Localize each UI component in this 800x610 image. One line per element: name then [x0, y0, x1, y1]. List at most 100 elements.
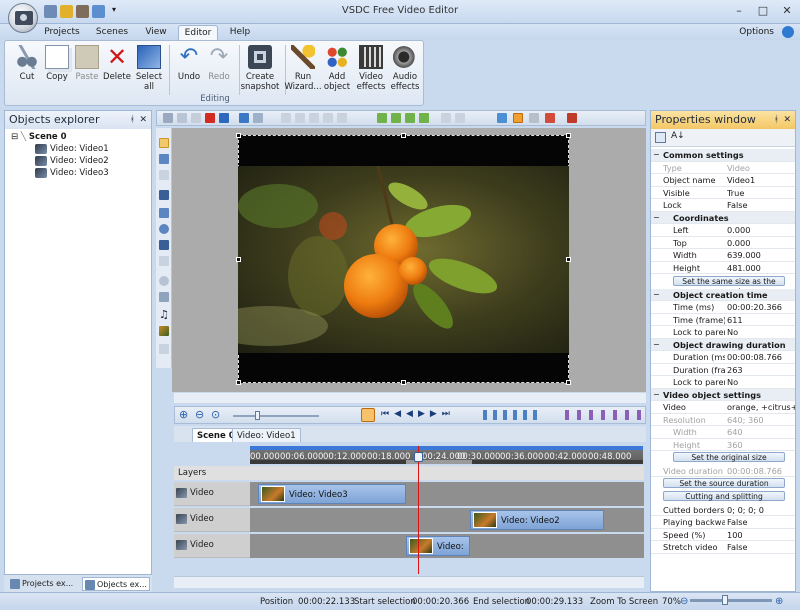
delete-icon[interactable] — [205, 113, 215, 123]
timeline-zoom-thumb[interactable] — [255, 411, 260, 420]
redo-button[interactable]: ↷ Redo — [199, 43, 239, 95]
preview-icon[interactable] — [92, 5, 105, 18]
clock-icon[interactable] — [361, 408, 375, 422]
copy-icon[interactable] — [177, 113, 187, 123]
zoom-in-icon[interactable]: ⊕ — [775, 596, 783, 607]
pointer-tool-icon[interactable] — [159, 138, 169, 148]
clip-video2[interactable]: Video: Video2 — [470, 510, 604, 530]
pin-icon[interactable]: ᚼ — [130, 111, 135, 129]
zoom-in-icon[interactable]: ⊕ — [179, 409, 188, 421]
playback-controls-icon[interactable]: ⏮◀◀▶▶⏭ — [381, 409, 455, 419]
subtitle-tool-icon[interactable] — [159, 256, 169, 266]
maximize-button[interactable]: □ — [752, 3, 774, 19]
categorized-icon[interactable] — [655, 132, 666, 143]
timeline-track[interactable]: Video Video: Video3 — [174, 482, 644, 506]
open-folder-icon[interactable] — [60, 5, 73, 18]
prop-width[interactable]: Width 639.000 — [651, 249, 795, 262]
audio-effects-button[interactable]: Audio effects — [385, 43, 425, 95]
menu-scenes[interactable]: Scenes — [92, 25, 132, 40]
canvas-horizontal-scrollbar[interactable] — [174, 393, 646, 403]
zoom-out-icon[interactable]: ⊖ — [680, 596, 688, 607]
align-left-icon[interactable] — [281, 113, 291, 123]
align-right-icon[interactable] — [309, 113, 319, 123]
set-source-duration-button[interactable]: Set the source duration — [663, 478, 785, 488]
minimize-button[interactable]: – — [728, 3, 750, 19]
options-menu[interactable]: Options — [739, 27, 774, 37]
close-icon[interactable]: ✕ — [139, 111, 147, 129]
app-menu-button[interactable] — [8, 3, 38, 33]
prop-duration-frames[interactable]: Duration (fram263 — [651, 364, 795, 376]
timeline-zoom-slider[interactable] — [233, 415, 319, 417]
select-all-button[interactable]: Select all — [129, 43, 169, 95]
prop-video-source[interactable]: Video orange, +citrus+ — [651, 401, 795, 414]
menu-editor[interactable]: Editor — [178, 25, 218, 40]
timeline-ruler[interactable]: 00.000 00:06.000 00:12.000 00:18.000 00:… — [250, 446, 643, 464]
ellipse-tool-icon[interactable] — [159, 224, 169, 234]
menu-help[interactable]: Help — [225, 25, 255, 40]
tab-projects-explorer[interactable]: Projects ex... — [8, 577, 78, 591]
rectangle-tool-icon[interactable] — [159, 208, 169, 218]
bring-front-icon[interactable] — [405, 113, 415, 123]
help-icon[interactable] — [782, 26, 794, 38]
zoom-to-screen-button[interactable]: Zoom To Screen — [590, 597, 658, 607]
snap-icon[interactable] — [513, 113, 523, 123]
video-tool-icon[interactable] — [159, 326, 169, 336]
align-bottom-icon[interactable] — [337, 113, 347, 123]
prop-cutted-borders[interactable]: Cutted borders 0; 0; 0; 0 — [651, 504, 795, 516]
zoom-out-icon[interactable]: ⊖ — [195, 409, 204, 421]
tree-item-video3[interactable]: Video: Video3 — [35, 167, 109, 179]
menu-view[interactable]: View — [140, 25, 172, 40]
prop-lock-to-parent[interactable]: Lock to parentNo — [651, 376, 795, 389]
music-note-icon[interactable]: ♫ — [159, 309, 169, 320]
move-down-icon[interactable] — [391, 113, 401, 123]
resize-handle[interactable] — [236, 133, 241, 138]
prop-object-name[interactable]: Object name Video1 — [651, 174, 795, 187]
collapse-icon[interactable]: ⊟ — [11, 132, 21, 142]
resize-handle[interactable] — [401, 380, 406, 385]
timeline-track[interactable]: Video Video: Video2 — [174, 508, 644, 532]
prop-height[interactable]: Height 481.000 — [651, 262, 795, 274]
cutting-and-splitting-button[interactable]: Cutting and splitting — [663, 491, 785, 501]
new-project-icon[interactable] — [44, 5, 57, 18]
section-object-creation-time[interactable]: Object creation time — [651, 288, 795, 301]
prop-visible[interactable]: Visible True — [651, 187, 795, 199]
send-back-icon[interactable] — [419, 113, 429, 123]
prop-time-ms[interactable]: Time (ms) 00:00:20.366 — [651, 301, 795, 314]
alphabetical-sort-icon[interactable]: A↓ — [671, 131, 685, 141]
timeline-track[interactable]: Video Video: — [174, 534, 644, 558]
undo-icon[interactable] — [239, 113, 249, 123]
resize-handle[interactable] — [566, 257, 571, 262]
select-all-icon[interactable] — [219, 113, 229, 123]
resize-handle[interactable] — [236, 257, 241, 262]
redo-icon[interactable] — [253, 113, 263, 123]
split-tools-icon[interactable] — [483, 410, 543, 420]
set-original-size-button[interactable]: Set the original size — [673, 452, 785, 462]
prop-speed[interactable]: Speed (%) 100 — [651, 529, 795, 541]
resize-handle[interactable] — [236, 380, 241, 385]
menu-projects[interactable]: Projects — [42, 25, 82, 40]
paste-icon[interactable] — [191, 113, 201, 123]
create-snapshot-button[interactable]: Create snapshot — [237, 43, 283, 95]
timeline-horizontal-scrollbar[interactable] — [174, 576, 644, 588]
prop-playing-backward[interactable]: Playing backwardFalse — [651, 516, 795, 529]
prop-lock-to-parent[interactable]: Lock to parentNo — [651, 326, 795, 339]
marker-tools-icon[interactable] — [565, 410, 641, 420]
sprite-tool-icon[interactable] — [159, 276, 169, 286]
section-common-settings[interactable]: Common settings — [651, 149, 795, 162]
crop-icon[interactable] — [159, 170, 169, 180]
zoom-slider-thumb[interactable] — [722, 595, 728, 605]
close-button[interactable]: ✕ — [776, 3, 798, 19]
preview-window-icon[interactable] — [497, 113, 507, 123]
prop-stretch-video[interactable]: Stretch video False — [651, 541, 795, 554]
resize-handle[interactable] — [401, 133, 406, 138]
resize-handle[interactable] — [566, 380, 571, 385]
same-size-as-parent-button[interactable]: Set the same size as the parent — [673, 276, 785, 296]
move-up-icon[interactable] — [377, 113, 387, 123]
align-top-icon[interactable] — [323, 113, 333, 123]
cut-icon[interactable] — [163, 113, 173, 123]
pin-icon[interactable]: ᚼ — [774, 111, 779, 129]
tools-icon[interactable] — [76, 5, 89, 18]
rectangle-select-icon[interactable] — [159, 154, 169, 164]
prop-lock[interactable]: Lock False — [651, 199, 795, 212]
section-coordinates[interactable]: Coordinates — [651, 211, 795, 224]
